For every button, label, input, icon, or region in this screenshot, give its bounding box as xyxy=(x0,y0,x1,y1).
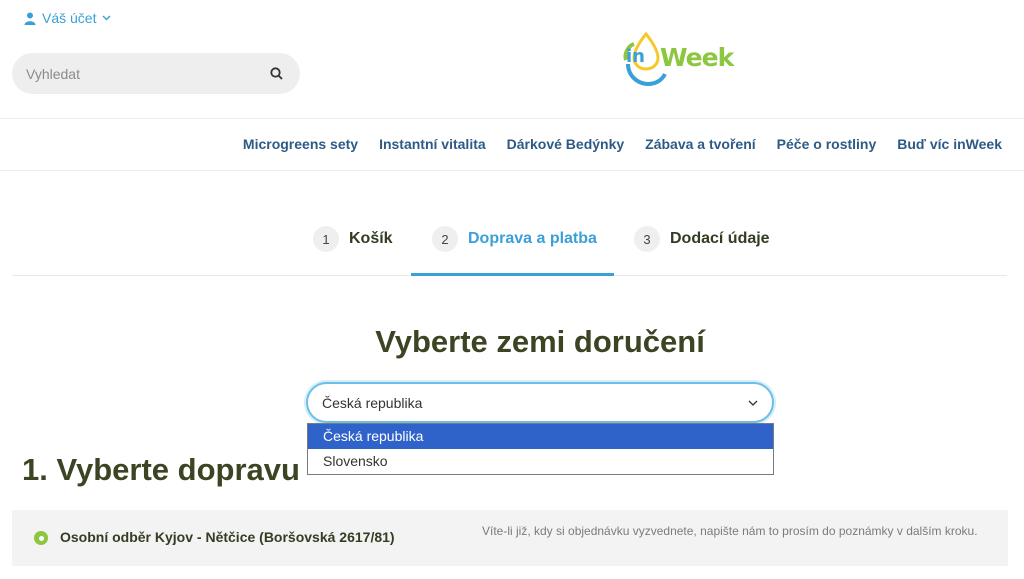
country-dropdown: Česká republika Slovensko xyxy=(307,423,774,475)
nav-item-zabava[interactable]: Zábava a tvoření xyxy=(645,136,756,152)
step-dodaci[interactable]: 3 Dodací údaje xyxy=(634,226,770,252)
logo-text: Week xyxy=(660,43,734,72)
nav-item-microgreens[interactable]: Microgreens sety xyxy=(243,136,358,152)
user-icon xyxy=(24,12,36,25)
country-option[interactable]: Slovensko xyxy=(308,449,773,474)
shipping-heading: 1. Vyberte dopravu xyxy=(22,452,300,487)
nav-item-inweek[interactable]: Buď víc inWeek xyxy=(897,136,1002,152)
search-bar xyxy=(12,53,300,94)
shipping-option-note: Víte-li již, kdy si objednávku vyzvednet… xyxy=(482,524,978,538)
logo-prefix: in xyxy=(626,46,645,67)
country-option[interactable]: Česká republika xyxy=(308,424,773,449)
step-kosik[interactable]: 1 Košík xyxy=(313,226,393,252)
divider xyxy=(0,118,1024,119)
active-step-indicator xyxy=(411,273,614,276)
shipping-option-name: Osobní odběr Kyjov - Nětčice (Boršovská … xyxy=(60,529,395,545)
search-input[interactable] xyxy=(26,65,266,82)
nav-item-pece[interactable]: Péče o rostliny xyxy=(777,136,877,152)
step-label: Doprava a platba xyxy=(468,230,597,247)
search-button[interactable] xyxy=(266,64,286,84)
account-label: Váš účet xyxy=(42,10,97,26)
step-doprava[interactable]: 2 Doprava a platba xyxy=(432,226,597,252)
chevron-down-icon xyxy=(102,15,111,21)
shipping-option[interactable]: Osobní odběr Kyjov - Nětčice (Boršovská … xyxy=(12,510,1008,566)
step-number: 3 xyxy=(634,226,660,252)
step-label: Košík xyxy=(349,230,393,247)
radio-selected-icon[interactable] xyxy=(34,531,48,545)
checkout-steps: 1 Košík 2 Doprava a platba 3 Dodací údaj… xyxy=(0,226,1024,276)
account-menu[interactable]: Váš účet xyxy=(24,10,111,26)
step-label: Dodací údaje xyxy=(670,230,770,247)
divider xyxy=(0,170,1024,171)
step-number: 1 xyxy=(313,226,339,252)
country-heading: Vyberte zemi doručení xyxy=(375,324,705,359)
chevron-down-icon xyxy=(748,400,758,406)
country-select[interactable]: Česká republika xyxy=(306,382,774,423)
nav-item-bedynky[interactable]: Dárkové Bedýnky xyxy=(507,136,625,152)
main-nav: Microgreens sety Instantní vitalita Dárk… xyxy=(243,136,1002,152)
nav-item-vitalita[interactable]: Instantní vitalita xyxy=(379,136,486,152)
country-select-value: Česká republika xyxy=(322,394,423,411)
inweek-logo[interactable]: in Week xyxy=(620,30,740,86)
step-number: 2 xyxy=(432,226,458,252)
search-icon xyxy=(269,67,283,80)
